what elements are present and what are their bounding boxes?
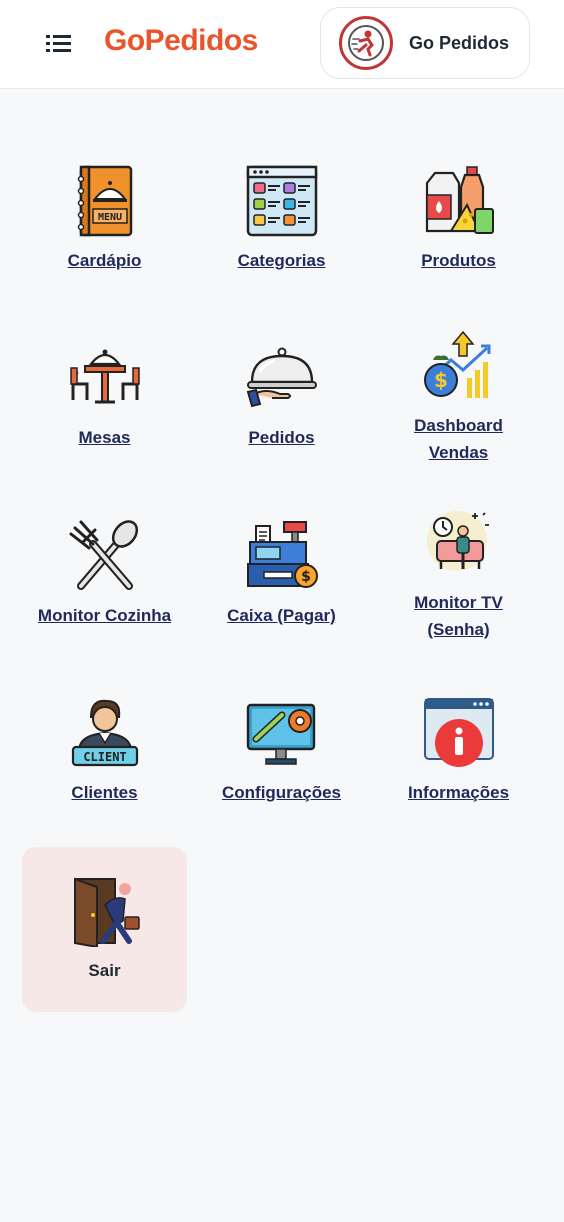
table-icon xyxy=(69,349,140,404)
menu-tile-clientes[interactable]: CLIENT Clientes xyxy=(22,697,187,862)
tile-label: Dashboard Vendas xyxy=(414,416,503,462)
tile-label: Informações xyxy=(407,783,510,802)
menu-tile-categorias[interactable]: Categorias xyxy=(199,165,364,330)
tile-label: Categorias xyxy=(237,251,326,270)
tile-label: Sair xyxy=(88,961,121,980)
top-bar: GoPedidos Go Pedidos xyxy=(0,0,564,89)
waiting-room-icon xyxy=(426,511,489,571)
hamburger-menu-icon[interactable] xyxy=(46,30,78,56)
menu-tile-pedidos[interactable]: Pedidos xyxy=(199,342,364,507)
menu-book-icon: MENU xyxy=(77,165,132,237)
menu-tile-monitor-cozinha[interactable]: Monitor Cozinha xyxy=(22,520,187,685)
cloche-icon xyxy=(246,347,317,408)
brand-logo-text[interactable]: GoPedidos xyxy=(104,24,258,58)
info-icon xyxy=(423,698,494,767)
tile-label: Mesas xyxy=(78,428,131,447)
svg-text:CLIENT: CLIENT xyxy=(83,750,126,764)
profile-name: Go Pedidos xyxy=(409,32,510,53)
svg-text:$: $ xyxy=(434,368,448,392)
client-icon: CLIENT xyxy=(71,699,138,767)
tile-label: Caixa (Pagar) xyxy=(227,606,336,625)
fork-spoon-icon xyxy=(69,520,138,590)
menu-tile-caixa[interactable]: $ Caixa (Pagar) xyxy=(199,520,364,685)
cash-register-icon: $ xyxy=(246,521,318,588)
tile-label: Pedidos xyxy=(248,428,315,447)
menu-tile-mesas[interactable]: Mesas xyxy=(22,342,187,507)
exit-door-icon xyxy=(73,877,140,947)
svg-text:MENU: MENU xyxy=(97,212,121,223)
avatar xyxy=(339,16,393,70)
menu-tile-configuracoes[interactable]: Configurações xyxy=(199,697,364,862)
exit-button[interactable]: Sair xyxy=(22,847,187,1012)
tile-label: Produtos xyxy=(421,251,496,270)
tile-label: Monitor TV (Senha) xyxy=(414,593,503,639)
menu-tile-dashboard-vendas[interactable]: $ Dashboard Vendas xyxy=(376,330,541,495)
svg-text:$: $ xyxy=(301,569,311,585)
menu-tile-informacoes[interactable]: Informações xyxy=(376,697,541,862)
tile-label: Cardápio xyxy=(67,251,142,270)
sales-chart-icon: $ xyxy=(423,330,490,398)
tile-label: Monitor Cozinha xyxy=(37,606,172,625)
menu-tile-produtos[interactable]: Produtos xyxy=(376,165,541,330)
menu-tile-cardapio[interactable]: MENU Cardápio xyxy=(22,165,187,330)
products-icon xyxy=(425,166,494,234)
menu-tile-monitor-tv[interactable]: Monitor TV (Senha) xyxy=(376,507,541,672)
profile-button[interactable]: Go Pedidos xyxy=(320,7,530,79)
tile-label: Clientes xyxy=(71,783,138,802)
settings-monitor-icon xyxy=(246,703,315,765)
tile-label: Configurações xyxy=(221,783,342,802)
categories-grid-icon xyxy=(246,165,317,237)
